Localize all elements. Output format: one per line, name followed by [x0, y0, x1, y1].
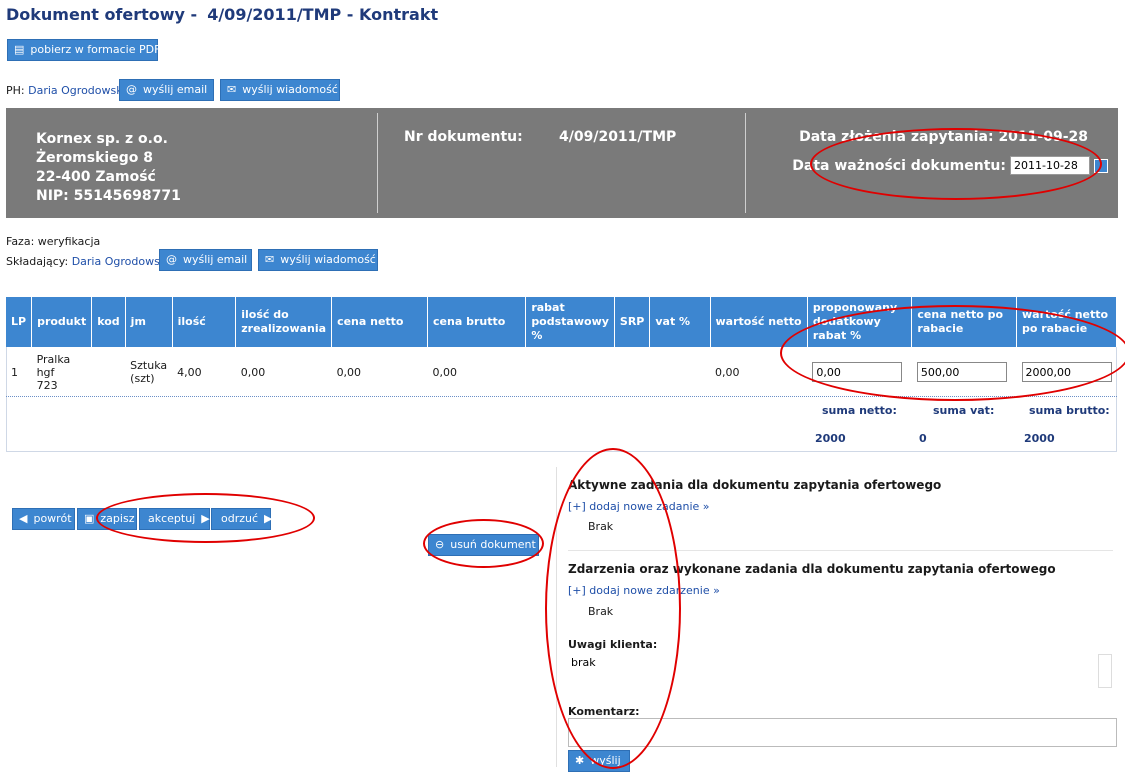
company-name: Kornex sp. z o.o. — [36, 131, 168, 147]
cell-lp: 1 — [11, 365, 18, 379]
col-cena-netto: cena netto — [331, 297, 429, 347]
header-divider-2 — [745, 113, 746, 213]
company-street: Żeromskiego 8 — [36, 150, 153, 166]
product-line-3: 723 — [36, 378, 58, 392]
annotation-ellipse — [780, 305, 1125, 401]
annotation-ellipse — [810, 128, 1102, 200]
phase-line: Faza: weryfikacja — [6, 235, 100, 248]
cell-cena-netto: 0,00 — [336, 365, 362, 379]
sum-net-value: 2000 — [815, 432, 846, 445]
unit-line-2: (szt) — [130, 372, 155, 385]
col-srp: SRP — [614, 297, 651, 347]
cell-kod — [92, 347, 125, 397]
cell-cena-brutto: 0,00 — [432, 365, 458, 379]
phase-value: weryfikacja — [37, 235, 101, 248]
cell-ilosc: 4,00 — [177, 365, 202, 379]
company-nip: NIP: 55145698771 — [36, 188, 181, 204]
submitter-line: Składający: Daria Ogrodowska — [6, 255, 173, 268]
col-ilosc: ilość — [172, 297, 237, 347]
sum-gross-label: suma brutto: — [1029, 404, 1110, 417]
message-icon: ✉ — [265, 253, 275, 266]
col-vat: vat % — [649, 297, 711, 347]
cell-jm: Sztuka (szt) — [125, 347, 172, 397]
cell-vat — [650, 347, 710, 397]
page-title: Dokument ofertowy - 4/09/2011/TMP - Kontr… — [6, 5, 438, 24]
phase-label: Faza: — [6, 235, 35, 248]
unit-line-1: Sztuka — [130, 359, 168, 372]
ph-send-message-label: wyślij wiadomość — [242, 83, 338, 96]
arrow-left-icon: ◀ — [19, 512, 28, 525]
doc-number-label: Nr dokumentu: — [404, 129, 523, 145]
col-produkt: produkt — [31, 297, 93, 347]
submitter-send-message-label: wyślij wiadomość — [280, 253, 376, 266]
annotation-ellipse — [96, 493, 315, 543]
cell-srp — [614, 347, 649, 397]
page-title-prefix: Dokument ofertowy - — [6, 5, 198, 24]
doc-number-value: 4/09/2011/TMP — [559, 129, 677, 145]
ph-send-message-button[interactable]: ✉ wyślij wiadomość — [220, 79, 340, 101]
annotation-ellipse — [545, 448, 681, 769]
page-title-doc: 4/09/2011/TMP - Kontrakt — [207, 5, 439, 24]
sum-gross-value: 2000 — [1024, 432, 1055, 445]
back-button[interactable]: ◀ powrót — [12, 508, 75, 530]
annotation-ellipse — [423, 519, 544, 568]
col-rabat-podst: rabat podstawowy % — [525, 297, 615, 347]
ph-name-link[interactable]: Daria Ogrodowska — [28, 84, 129, 97]
back-label: powrót — [33, 512, 72, 525]
cell-ilosc-do-zreal: 0,00 — [240, 365, 266, 379]
submitter-send-email-label: wyślij email — [183, 253, 248, 266]
sum-net-label: suma netto: — [822, 404, 897, 417]
email-icon: @ — [126, 83, 137, 96]
ph-send-email-button[interactable]: @ wyślij email — [119, 79, 214, 101]
submitter-name-link[interactable]: Daria Ogrodowska — [72, 255, 173, 268]
cell-produkt: Pralka hgf 723 — [32, 347, 92, 397]
message-icon: ✉ — [227, 83, 237, 96]
download-pdf-label: pobierz w formacie PDF — [30, 43, 161, 56]
product-line-2: hgf — [36, 365, 55, 379]
col-cena-brutto: cena brutto — [427, 297, 527, 347]
sum-vat-value: 0 — [919, 432, 927, 445]
email-icon: @ — [166, 253, 177, 266]
sum-vat-label: suma vat: — [933, 404, 995, 417]
ph-label: PH: — [6, 84, 25, 97]
product-line-1: Pralka — [36, 352, 71, 366]
company-city: 22-400 Zamość — [36, 169, 156, 185]
ph-line: PH: Daria Ogrodowska — [6, 84, 129, 97]
col-lp: LP — [6, 297, 33, 347]
remarks-scrollbar[interactable] — [1098, 654, 1112, 688]
floppy-icon: ▣ — [84, 512, 95, 525]
customer-address: Kornex sp. z o.o. Żeromskiego 8 22-400 Z… — [36, 130, 181, 206]
submitter-send-message-button[interactable]: ✉ wyślij wiadomość — [258, 249, 378, 271]
pdf-icon: ▤ — [14, 43, 25, 56]
submitter-label: Składający: — [6, 255, 69, 268]
col-ilosc-do-zreal: ilość do zrealizowania — [235, 297, 333, 347]
download-pdf-button[interactable]: ▤ pobierz w formacie PDF — [7, 39, 160, 61]
cell-rabat-podst — [526, 347, 615, 397]
col-kod: kod — [91, 297, 126, 347]
col-jm: jm — [125, 297, 173, 347]
submitter-send-email-button[interactable]: @ wyślij email — [159, 249, 252, 271]
header-divider — [377, 113, 378, 213]
ph-send-email-label: wyślij email — [143, 83, 208, 96]
